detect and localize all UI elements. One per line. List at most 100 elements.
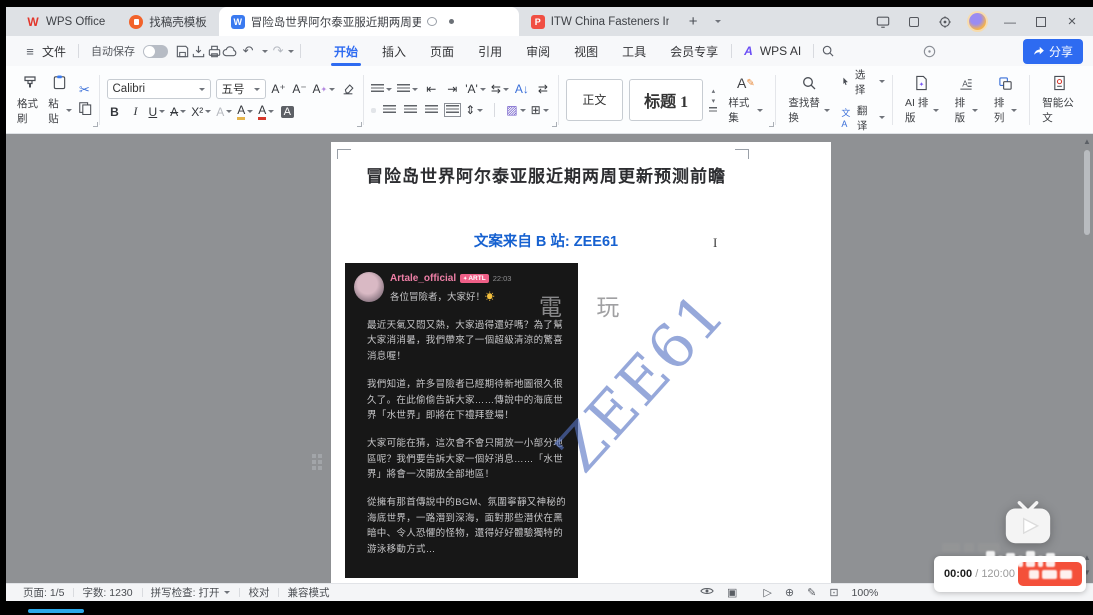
align-center-button[interactable] bbox=[381, 102, 397, 119]
bilibili-play-button[interactable] bbox=[1001, 496, 1055, 550]
search-icon[interactable] bbox=[820, 43, 836, 59]
align-right-button[interactable] bbox=[402, 102, 418, 119]
doc-title[interactable]: 冒险岛世界阿尔泰亚服近期两周更新预测前瞻 bbox=[331, 162, 761, 187]
numbering-button[interactable] bbox=[397, 81, 419, 98]
page[interactable]: 冒险岛世界阿尔泰亚服近期两周更新预测前瞻 文案来自 B 站: ZEE61 I A… bbox=[331, 142, 831, 583]
screen-share-icon[interactable] bbox=[876, 15, 890, 29]
smart-doc-button[interactable]: 智能公文 bbox=[1037, 74, 1082, 125]
ai-typeset-button[interactable]: ✦ AI 排版 bbox=[900, 74, 944, 125]
document-canvas[interactable]: 冒险岛世界阿尔泰亚服近期两周更新预测前瞻 文案来自 B 站: ZEE61 I A… bbox=[6, 134, 1093, 583]
outdent-button[interactable]: ⇤ bbox=[423, 81, 439, 98]
tab-home[interactable]: 开始 bbox=[327, 37, 365, 66]
eye-protect-icon[interactable] bbox=[700, 586, 714, 599]
minimize-button[interactable]: — bbox=[1003, 15, 1017, 29]
video-progress-bar[interactable] bbox=[28, 609, 84, 613]
pinyin-guide-button[interactable]: A bbox=[216, 103, 233, 120]
stable-mode-icon[interactable] bbox=[907, 15, 921, 29]
comment-bubble-icon[interactable] bbox=[426, 17, 437, 26]
scissors-icon[interactable]: ✂ bbox=[79, 82, 90, 98]
player-action-button[interactable] bbox=[1018, 562, 1082, 586]
cloud-sync-icon[interactable] bbox=[222, 43, 238, 59]
arrange-button[interactable]: 排列 bbox=[989, 74, 1022, 125]
tab-presentation[interactable]: P ITW China Fasteners Introduction bbox=[519, 7, 681, 36]
export-icon[interactable] bbox=[190, 43, 206, 59]
compat-mode-label[interactable]: 兼容模式 bbox=[278, 585, 338, 600]
web-view-icon[interactable]: ⊕ bbox=[785, 586, 794, 599]
tab-list-dropdown[interactable] bbox=[705, 7, 729, 36]
proofread-button[interactable]: 校对 bbox=[239, 585, 278, 600]
shading-button[interactable]: ▨ bbox=[506, 102, 526, 119]
bold-button[interactable]: B bbox=[107, 103, 123, 120]
group-expander[interactable] bbox=[357, 121, 363, 127]
font-size-select[interactable]: 五号 bbox=[215, 79, 266, 99]
doc-subtitle[interactable]: 文案来自 B 站: ZEE61 bbox=[331, 230, 761, 251]
select-button[interactable]: 选择 bbox=[841, 67, 886, 97]
distribute-button[interactable] bbox=[443, 102, 461, 119]
restore-button[interactable] bbox=[1034, 15, 1048, 29]
fit-window-icon[interactable]: ⊡ bbox=[829, 586, 838, 599]
settings-gear-icon[interactable] bbox=[938, 15, 952, 29]
ink-pen-icon[interactable]: ✎ bbox=[807, 586, 816, 599]
paste-button[interactable]: 粘贴 bbox=[48, 74, 72, 126]
tab-template[interactable]: 找稿壳模板 bbox=[117, 7, 219, 36]
scrollbar-thumb[interactable] bbox=[1084, 150, 1090, 235]
user-avatar[interactable] bbox=[969, 13, 986, 30]
spellcheck-status[interactable]: 拼写检查: 打开 bbox=[141, 585, 240, 600]
style-normal[interactable]: 正文 bbox=[565, 78, 623, 121]
close-button[interactable]: × bbox=[1065, 13, 1079, 30]
find-replace-button[interactable]: 查找替换 bbox=[783, 74, 835, 125]
tab-document-active[interactable]: W 冒险岛世界阿尔泰亚服近期两周更新预测前瞻 bbox=[218, 7, 519, 36]
char-shading-button[interactable]: A bbox=[279, 103, 295, 120]
underline-button[interactable]: U bbox=[149, 103, 166, 120]
new-tab-button[interactable]: + bbox=[681, 7, 706, 36]
autosave-toggle-group[interactable]: 自动保存 bbox=[85, 43, 174, 59]
tab-view[interactable]: 视图 bbox=[567, 37, 605, 66]
font-color-button[interactable]: A bbox=[258, 103, 275, 120]
redo-icon[interactable]: ↷ bbox=[270, 43, 286, 59]
share-button[interactable]: 分享 bbox=[1022, 38, 1083, 64]
text-effects-button[interactable]: A ✦ bbox=[313, 81, 336, 98]
save-icon[interactable] bbox=[174, 43, 190, 59]
indent-button[interactable]: ⇥ bbox=[444, 81, 460, 98]
tab-member[interactable]: 会员专享 bbox=[663, 37, 725, 66]
tab-review[interactable]: 审阅 bbox=[519, 37, 557, 66]
history-clock-icon[interactable] bbox=[922, 43, 938, 59]
align-left-button[interactable] bbox=[371, 107, 377, 113]
file-menu[interactable]: ≡ 文件 bbox=[16, 43, 72, 60]
tab-reference[interactable]: 引用 bbox=[471, 37, 509, 66]
italic-button[interactable]: I bbox=[128, 103, 144, 120]
format-painter-button[interactable]: 格式刷 bbox=[17, 74, 42, 126]
highlight-color-button[interactable]: A bbox=[237, 103, 254, 120]
sort-button[interactable]: A↓ bbox=[514, 81, 530, 98]
shrink-font-button[interactable]: A⁻ bbox=[292, 81, 308, 98]
page-indicator[interactable]: 页面: 1/5 bbox=[14, 585, 73, 600]
word-count[interactable]: 字数: 1230 bbox=[73, 585, 141, 600]
cjk-swap-button[interactable]: ⇆ bbox=[491, 81, 509, 98]
scroll-up-arrow[interactable]: ▲ bbox=[1083, 137, 1091, 146]
line-spacing-button[interactable]: ⇕ bbox=[465, 102, 484, 119]
gallery-up-icon[interactable]: ▴ bbox=[712, 87, 716, 95]
strikethrough-button[interactable]: A bbox=[170, 103, 187, 120]
undo-button[interactable]: ↶ bbox=[238, 43, 270, 59]
translate-button[interactable]: 文A 翻译 bbox=[841, 103, 886, 133]
tab-wps-home[interactable]: W WPS Office bbox=[14, 7, 117, 36]
style-heading1[interactable]: 标题 1 bbox=[628, 78, 704, 121]
tab-page[interactable]: 页面 bbox=[423, 37, 461, 66]
print-icon[interactable] bbox=[206, 43, 222, 59]
bullets-button[interactable] bbox=[371, 81, 393, 98]
justify-button[interactable] bbox=[423, 102, 439, 119]
cjk-layout-button[interactable]: ⇄ bbox=[535, 81, 551, 98]
gallery-more-icon[interactable] bbox=[709, 107, 718, 112]
autosave-toggle[interactable] bbox=[143, 44, 169, 58]
page-view-icon[interactable]: ▣ bbox=[727, 586, 737, 599]
read-mode-icon[interactable]: ▷ bbox=[763, 586, 771, 599]
clear-format-button[interactable] bbox=[340, 81, 356, 98]
group-expander[interactable] bbox=[92, 121, 98, 127]
char-scale-button[interactable]: 'A' bbox=[465, 81, 486, 98]
borders-button[interactable]: ⊞ bbox=[531, 102, 549, 119]
chevron-down-icon[interactable] bbox=[288, 49, 295, 53]
typeset-button[interactable]: A 排版 bbox=[950, 74, 983, 125]
tab-insert[interactable]: 插入 bbox=[375, 37, 413, 66]
wps-ai-menu[interactable]: A WPS AI bbox=[738, 44, 807, 58]
tab-tools[interactable]: 工具 bbox=[615, 37, 653, 66]
